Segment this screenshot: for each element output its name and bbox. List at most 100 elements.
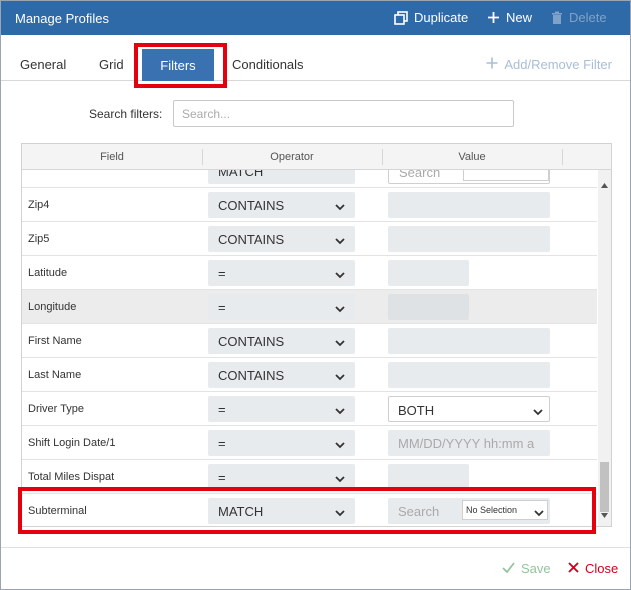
- operator-select[interactable]: MATCH: [208, 498, 355, 524]
- chevron-down-icon: [335, 506, 345, 520]
- field-name: Shift Login Date/1: [28, 437, 116, 449]
- table-row: First Name CONTAINS: [22, 324, 597, 358]
- field-name: Driver Type: [28, 403, 85, 415]
- selection-dropdown[interactable]: [463, 170, 549, 181]
- selection-value: No Selection: [466, 505, 518, 515]
- dialog-header: Manage Profiles Duplicate New Delete: [1, 1, 630, 35]
- table-row: Subterminal MATCH Search No Selection: [22, 494, 597, 526]
- value-selected: BOTH: [398, 403, 435, 418]
- operator-value: =: [218, 470, 226, 485]
- value-input[interactable]: [388, 226, 550, 252]
- operator-select[interactable]: =: [208, 294, 355, 320]
- operator-value: =: [218, 266, 226, 281]
- selection-dropdown[interactable]: No Selection: [462, 500, 548, 520]
- value-input[interactable]: [388, 192, 550, 218]
- duplicate-label: Duplicate: [414, 10, 469, 25]
- close-label: Close: [585, 561, 619, 576]
- chevron-down-icon: [335, 336, 345, 350]
- chevron-down-icon: [335, 268, 345, 282]
- close-icon: [568, 561, 579, 576]
- trash-icon: [551, 11, 563, 25]
- chevron-down-icon: [533, 405, 543, 419]
- column-header-operator[interactable]: Operator: [202, 151, 382, 163]
- column-header-value[interactable]: Value: [382, 151, 562, 163]
- table-row: Zip5 CONTAINS: [22, 222, 597, 256]
- duplicate-button[interactable]: Duplicate: [394, 10, 468, 25]
- field-name: First Name: [28, 335, 82, 347]
- value-input[interactable]: [388, 328, 550, 354]
- add-remove-filter-button[interactable]: Add/Remove Filter: [486, 57, 612, 72]
- field-name: Total Miles Dispat: [28, 471, 115, 483]
- operator-value: MATCH: [218, 170, 264, 179]
- tab-filters[interactable]: Filters: [142, 49, 214, 81]
- scroll-up-icon[interactable]: [601, 177, 608, 191]
- value-search-select[interactable]: Search No Selection: [388, 498, 550, 524]
- table-row: Zip4 CONTAINS: [22, 188, 597, 222]
- scrollbar-thumb[interactable]: [600, 462, 609, 512]
- grid-header: Field Operator Value: [22, 144, 611, 170]
- value-input[interactable]: [388, 294, 469, 320]
- value-input[interactable]: [388, 260, 469, 286]
- field-name: Zip4: [28, 199, 50, 211]
- value-input[interactable]: [388, 362, 550, 388]
- chevron-down-icon: [335, 472, 345, 486]
- operator-select[interactable]: CONTAINS: [208, 192, 355, 218]
- value-search-select[interactable]: Search: [388, 170, 550, 184]
- operator-select[interactable]: =: [208, 260, 355, 286]
- chevron-down-icon: [335, 438, 345, 452]
- filters-grid: Field Operator Value MATCH Search Zip4 C…: [21, 143, 612, 527]
- new-button[interactable]: New: [487, 10, 532, 25]
- table-row: Total Miles Dispat =: [22, 460, 597, 494]
- date-time-input[interactable]: MM/DD/YYYY hh:mm a: [388, 430, 550, 456]
- value-select[interactable]: BOTH: [388, 396, 550, 422]
- field-name: Zip5: [28, 233, 50, 245]
- field-name: Latitude: [28, 267, 68, 279]
- plus-icon: [487, 11, 500, 24]
- search-filters-input[interactable]: [173, 100, 514, 127]
- search-filters-label: Search filters:: [89, 107, 163, 121]
- operator-value: =: [218, 436, 226, 451]
- table-row: Longitude =: [22, 290, 597, 324]
- table-row: Latitude =: [22, 256, 597, 290]
- operator-select[interactable]: =: [208, 396, 355, 422]
- duplicate-icon: [394, 10, 408, 25]
- value-placeholder: Search: [398, 504, 440, 519]
- dialog-footer: Save Close: [1, 547, 630, 590]
- manage-profiles-dialog: Manage Profiles Duplicate New Delete Gen…: [0, 0, 631, 590]
- dialog-title: Manage Profiles: [15, 11, 109, 26]
- column-header-field[interactable]: Field: [22, 151, 202, 163]
- operator-select[interactable]: CONTAINS: [208, 328, 355, 354]
- chevron-down-icon: [335, 404, 345, 418]
- table-row: Driver Type = BOTH: [22, 392, 597, 426]
- chevron-down-icon: [335, 234, 345, 248]
- operator-select[interactable]: CONTAINS: [208, 362, 355, 388]
- tab-grid[interactable]: Grid: [99, 57, 124, 72]
- operator-select[interactable]: =: [208, 430, 355, 456]
- operator-select[interactable]: CONTAINS: [208, 226, 355, 252]
- close-button[interactable]: Close: [568, 561, 618, 576]
- operator-select[interactable]: MATCH: [208, 170, 355, 184]
- tab-conditionals[interactable]: Conditionals: [232, 57, 304, 72]
- save-button[interactable]: Save: [502, 561, 551, 576]
- field-name: Longitude: [28, 301, 77, 313]
- operator-value: MATCH: [218, 504, 264, 519]
- column-divider: [562, 149, 563, 165]
- operator-value: CONTAINS: [218, 334, 285, 349]
- new-label: New: [506, 10, 533, 25]
- value-placeholder: Search: [399, 170, 441, 180]
- add-remove-filter-label: Add/Remove Filter: [504, 57, 612, 72]
- value-input[interactable]: [388, 464, 469, 490]
- operator-value: CONTAINS: [218, 368, 285, 383]
- chevron-down-icon: [534, 506, 544, 520]
- tab-general[interactable]: General: [20, 57, 66, 72]
- delete-button[interactable]: Delete: [551, 10, 607, 25]
- scroll-down-icon[interactable]: [601, 507, 608, 521]
- table-row: Last Name CONTAINS: [22, 358, 597, 392]
- operator-value: =: [218, 402, 226, 417]
- operator-select[interactable]: =: [208, 464, 355, 490]
- vertical-scrollbar[interactable]: [598, 170, 611, 526]
- chevron-down-icon: [335, 370, 345, 384]
- plus-icon: [486, 57, 498, 72]
- field-name: Subterminal: [28, 505, 87, 517]
- grid-rows: MATCH Search Zip4 CONTAINS Zip5 CONTAINS…: [22, 170, 597, 526]
